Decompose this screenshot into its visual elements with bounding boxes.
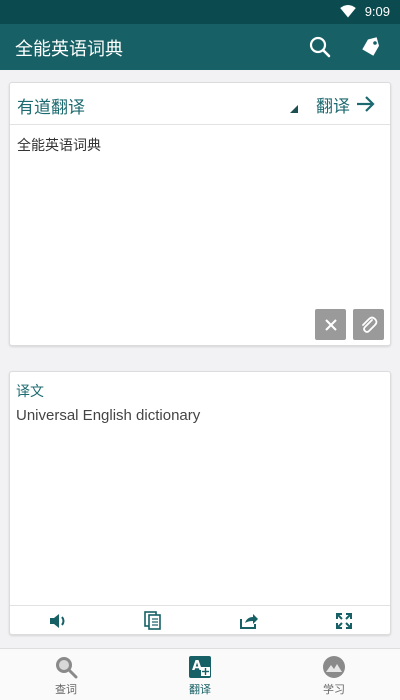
output-toolbar (10, 605, 390, 635)
svg-text:A: A (192, 659, 202, 674)
translation-engine-select[interactable]: 有道翻译 (17, 93, 85, 118)
attach-button[interactable] (353, 309, 384, 340)
status-time: 9:09 (364, 4, 390, 19)
close-icon (324, 318, 337, 331)
app-bar: 全能英语词典 (0, 24, 400, 70)
translate-button-label: 翻译 (316, 96, 350, 117)
nav-item-lookup[interactable]: 查词 (26, 655, 106, 699)
status-bar: 9:09 (0, 0, 400, 24)
dropdown-triangle-icon[interactable] (290, 105, 298, 113)
fullscreen-icon (336, 613, 352, 629)
search-icon (56, 657, 78, 679)
copy-button[interactable] (142, 611, 164, 631)
translate-icon: A (189, 656, 211, 678)
tag-icon[interactable] (358, 34, 384, 60)
output-card: 译文 Universal English dictionary (9, 371, 391, 635)
translated-text: Universal English dictionary (16, 407, 201, 424)
fullscreen-button[interactable] (333, 611, 355, 631)
copy-icon (144, 611, 161, 630)
wifi-icon (340, 5, 356, 18)
speak-button[interactable] (47, 611, 69, 631)
nav-label-lookup: 查词 (55, 683, 77, 696)
mountain-icon (323, 656, 345, 678)
output-label: 译文 (16, 384, 44, 400)
speaker-icon (50, 614, 65, 628)
share-icon (240, 614, 258, 629)
arrow-right-icon (357, 96, 375, 112)
clear-button[interactable] (315, 309, 346, 340)
paperclip-icon (361, 316, 377, 333)
input-header: 有道翻译 翻译 (10, 83, 390, 125)
search-icon[interactable] (307, 34, 333, 60)
nav-label-study: 学习 (323, 683, 345, 696)
nav-item-translate[interactable]: A 翻译 (160, 655, 240, 699)
app-title: 全能英语词典 (15, 39, 123, 60)
input-card: 有道翻译 翻译 全能英语词典 (9, 82, 391, 346)
nav-label-translate: 翻译 (189, 683, 211, 696)
source-text-input[interactable]: 全能英语词典 (17, 135, 101, 155)
nav-item-study[interactable]: 学习 (294, 655, 374, 699)
translate-button[interactable]: 翻译 (316, 91, 376, 117)
bottom-nav: 查词 A 翻译 学习 (0, 648, 400, 700)
share-button[interactable] (238, 611, 260, 631)
